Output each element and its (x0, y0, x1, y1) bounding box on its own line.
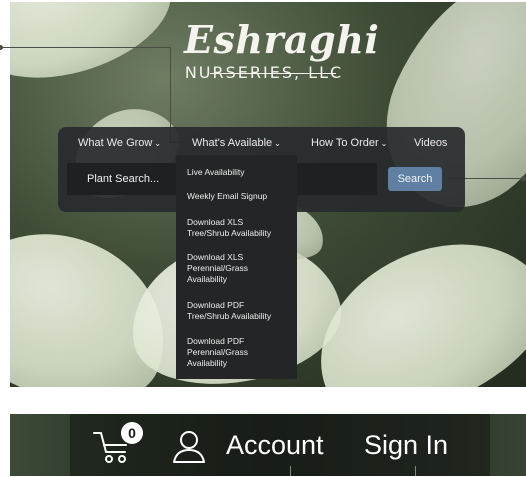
leaf-background (10, 2, 186, 100)
nav-item-what-we-grow[interactable]: What We Grow ⌄ (78, 135, 161, 151)
dropdown-item-label: Download XLS (187, 217, 244, 227)
sign-in-link[interactable]: Sign In (364, 428, 448, 462)
dropdown-item-pdf-tree-shrub[interactable]: Download PDF Tree/Shrub Availability (187, 300, 295, 322)
chevron-down-icon: ⌄ (274, 139, 281, 148)
callout-dot (521, 176, 526, 181)
logo-rule (210, 73, 336, 74)
whats-available-dropdown: Live Availability Weekly Email Signup Do… (176, 155, 297, 379)
chevron-down-icon: ⌄ (380, 139, 388, 148)
dropdown-item-xls-perennial-grass[interactable]: Download XLS Perennial/Grass Availabilit… (187, 252, 295, 285)
site-logo[interactable]: Eshraghi NURSERIES, LLC (184, 17, 380, 84)
cart-count-badge: 0 (121, 422, 143, 444)
user-icon[interactable] (171, 428, 207, 464)
nav-item-label: Videos (414, 137, 448, 149)
callout-dot (0, 45, 3, 50)
logo-name: Eshraghi (184, 17, 380, 62)
nav-item-label: What's Available (192, 137, 273, 149)
dropdown-item-label: Tree/Shrub Availability (187, 311, 272, 321)
nav-item-whats-available[interactable]: What's Available ⌄ (192, 135, 281, 151)
dropdown-item-label: Tree/Shrub Availability (187, 228, 272, 238)
divider (290, 466, 291, 476)
callout-line (0, 47, 171, 48)
dropdown-item-label: Download PDF (187, 300, 245, 310)
nav-item-label: How To Order (311, 137, 379, 149)
dropdown-item-label: Live Availability (187, 167, 245, 177)
dropdown-item-live-availability[interactable]: Live Availability (187, 167, 295, 178)
dropdown-item-label: Availability (187, 358, 228, 368)
dropdown-item-xls-tree-shrub[interactable]: Download XLS Tree/Shrub Availability (187, 217, 295, 239)
chevron-down-icon: ⌄ (154, 139, 162, 148)
nav-item-videos[interactable]: Videos (414, 135, 447, 151)
dropdown-item-label: Download PDF (187, 336, 245, 346)
account-link[interactable]: Account (226, 428, 324, 462)
dropdown-item-pdf-perennial-grass[interactable]: Download PDF Perennial/Grass Availabilit… (187, 336, 295, 369)
dropdown-item-label: Perennial/Grass (187, 347, 248, 357)
dropdown-item-label: Weekly Email Signup (187, 191, 268, 201)
search-button[interactable]: Search (388, 167, 442, 191)
nav-item-how-to-order[interactable]: How To Order ⌄ (311, 135, 387, 151)
dropdown-item-weekly-email-signup[interactable]: Weekly Email Signup (187, 191, 295, 202)
dropdown-item-label: Download XLS (187, 252, 244, 262)
nav-item-label: What We Grow (78, 137, 153, 149)
divider (415, 466, 416, 476)
dropdown-item-label: Availability (187, 274, 228, 284)
dropdown-item-label: Perennial/Grass (187, 263, 248, 273)
